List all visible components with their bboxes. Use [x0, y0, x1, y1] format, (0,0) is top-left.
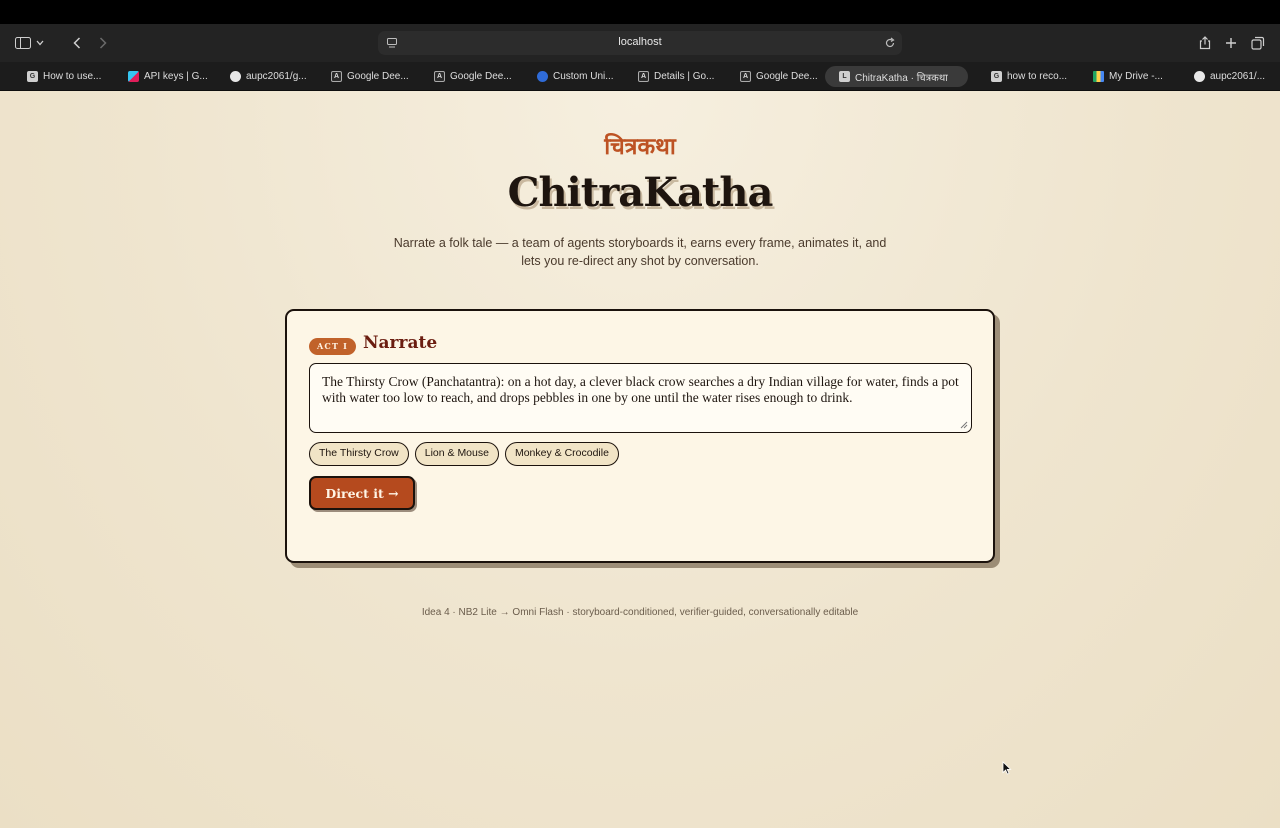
direct-it-button[interactable]: Direct it → [309, 476, 415, 510]
tab-details[interactable]: A Details | Go... [632, 66, 728, 87]
tab-overview-icon[interactable] [1247, 33, 1269, 53]
chip-monkey-crocodile[interactable]: Monkey & Crocodile [504, 442, 619, 466]
tab-label: How to use... [43, 71, 102, 82]
chip-lion-mouse[interactable]: Lion & Mouse [414, 442, 499, 466]
direct-it-label: Direct it → [325, 485, 399, 501]
tab-label: My Drive -... [1109, 71, 1163, 82]
address-text[interactable]: localhost [378, 36, 902, 48]
github-icon [230, 71, 241, 82]
tab-label: Details | Go... [654, 71, 715, 82]
tab-my-drive[interactable]: My Drive -... [1087, 66, 1183, 87]
chevron-down-icon[interactable] [33, 33, 47, 53]
tab-label: API keys | G... [144, 71, 208, 82]
google-icon: G [991, 71, 1002, 82]
card-title: Narrate [363, 333, 438, 353]
chip-thirsty-crow[interactable]: The Thirsty Crow [309, 442, 409, 466]
deepmind-icon: A [740, 71, 751, 82]
reload-icon[interactable] [884, 36, 896, 54]
tab-label: Google Dee... [756, 71, 818, 82]
tab-label: aupc2061/... [1210, 71, 1266, 82]
tab-github-2[interactable]: aupc2061/... [1188, 66, 1278, 87]
github-icon [1194, 71, 1205, 82]
mouse-cursor-icon [1002, 761, 1012, 780]
address-bar[interactable]: localhost [378, 31, 902, 55]
deepmind-icon: A [638, 71, 649, 82]
back-icon[interactable] [66, 33, 88, 53]
local-icon: L [839, 71, 850, 82]
share-icon[interactable] [1194, 33, 1216, 53]
browser-toolbar: localhost [0, 24, 1280, 62]
tab-deepmind-1[interactable]: A Google Dee... [325, 66, 421, 87]
tab-api-keys[interactable]: API keys | G... [122, 66, 218, 87]
tab-label: ChitraKatha · चित्रकथा [855, 72, 948, 84]
slack-icon [128, 71, 139, 82]
tab-label: Google Dee... [450, 71, 512, 82]
preset-chips: The Thirsty Crow Lion & Mouse Monkey & C… [309, 442, 619, 466]
drive-icon [1093, 71, 1104, 82]
story-input[interactable] [309, 363, 972, 433]
page-title: ChitraKatha [507, 169, 774, 216]
tab-deepmind-3[interactable]: A Google Dee... [734, 66, 830, 87]
tab-custom[interactable]: Custom Uni... [531, 66, 627, 87]
tab-deepmind-2[interactable]: A Google Dee... [428, 66, 524, 87]
custom-icon [537, 71, 548, 82]
tagline: Narrate a folk tale — a team of agents s… [393, 236, 887, 268]
deepmind-icon: A [434, 71, 445, 82]
tab-chitrakatha[interactable]: L ChitraKatha · चित्रकथा [825, 66, 968, 87]
tab-label: how to reco... [1007, 71, 1068, 82]
narrate-card: ACT I Narrate The Thirsty Crow Lion & Mo… [285, 309, 995, 563]
new-tab-icon[interactable] [1220, 33, 1242, 53]
tab-label: Google Dee... [347, 71, 409, 82]
page-content: चित्रकथा ChitraKatha Narrate a folk tale… [0, 91, 1280, 828]
footer-note: Idea 4 · NB2 Lite → Omni Flash · storybo… [421, 607, 859, 618]
tab-label: Custom Uni... [553, 71, 614, 82]
tab-strip: G How to use... API keys | G... aupc2061… [0, 62, 1280, 91]
deepmind-icon: A [331, 71, 342, 82]
forward-icon[interactable] [92, 33, 114, 53]
tab-how-to-use[interactable]: G How to use... [21, 66, 115, 87]
tab-label: aupc2061/g... [246, 71, 307, 82]
sidebar-toggle-icon[interactable] [12, 33, 34, 53]
google-docs-icon: G [27, 71, 38, 82]
devanagari-title: चित्रकथा [604, 134, 676, 160]
act-badge: ACT I [309, 338, 357, 355]
resize-grip-icon[interactable] [960, 421, 968, 429]
tab-how-to-record[interactable]: G how to reco... [985, 66, 1081, 87]
tab-github-1[interactable]: aupc2061/g... [224, 66, 320, 87]
menu-bar [0, 0, 1280, 24]
